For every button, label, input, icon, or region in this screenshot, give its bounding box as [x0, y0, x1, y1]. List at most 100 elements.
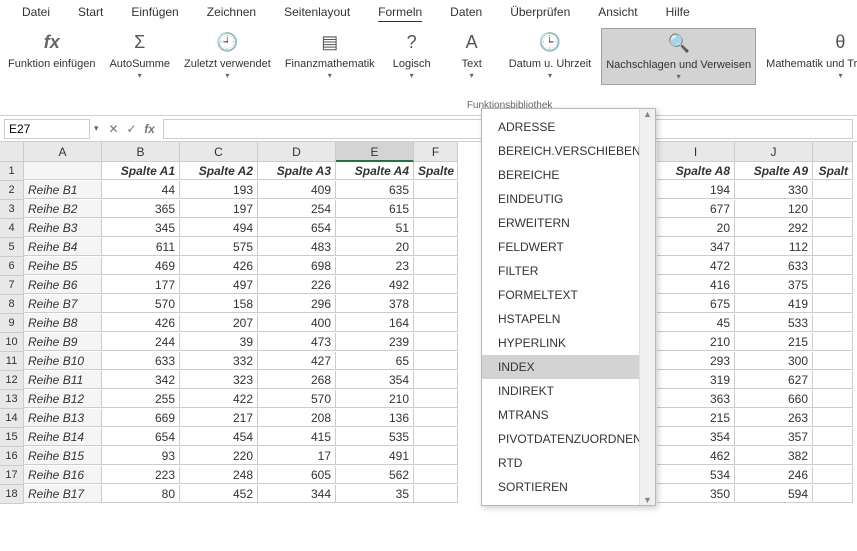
cell-F16[interactable] [414, 447, 458, 465]
cell-K14[interactable] [813, 409, 853, 427]
cell-D11[interactable]: 427 [258, 352, 336, 370]
scroll-down-icon[interactable]: ▼ [643, 495, 652, 505]
tab-seitenlayout[interactable]: Seitenlayout [270, 1, 364, 23]
cell-D12[interactable]: 268 [258, 371, 336, 389]
menu-item-feldwert[interactable]: FELDWERT [482, 235, 655, 259]
row-header[interactable]: 13 [0, 390, 24, 409]
cell-I6[interactable]: 472 [657, 257, 735, 275]
cell-K15[interactable] [813, 428, 853, 446]
menu-item-formeltext[interactable]: FORMELTEXT [482, 283, 655, 307]
logical-button[interactable]: ? Logisch [385, 28, 439, 83]
cell-J8[interactable]: 419 [735, 295, 813, 313]
cell-E9[interactable]: 164 [336, 314, 414, 332]
cell-D10[interactable]: 473 [258, 333, 336, 351]
cell-A6[interactable]: Reihe B5 [24, 257, 102, 275]
cell-D5[interactable]: 483 [258, 238, 336, 256]
cell-A3[interactable]: Reihe B2 [24, 200, 102, 218]
cell-F12[interactable] [414, 371, 458, 389]
cell-A7[interactable]: Reihe B6 [24, 276, 102, 294]
cell-D1[interactable]: Spalte A3 [258, 162, 336, 180]
cell-J2[interactable]: 330 [735, 181, 813, 199]
cell-C8[interactable]: 158 [180, 295, 258, 313]
tab-zeichnen[interactable]: Zeichnen [193, 1, 270, 23]
cell-D16[interactable]: 17 [258, 447, 336, 465]
accept-icon[interactable]: ✓ [123, 122, 141, 136]
cell-E8[interactable]: 378 [336, 295, 414, 313]
column-header-B[interactable]: B [102, 142, 180, 162]
cell-I12[interactable]: 319 [657, 371, 735, 389]
name-box-arrow-icon[interactable]: ▾ [94, 123, 105, 134]
cell-F14[interactable] [414, 409, 458, 427]
cell-B9[interactable]: 426 [102, 314, 180, 332]
cell-E15[interactable]: 535 [336, 428, 414, 446]
cell-A4[interactable]: Reihe B3 [24, 219, 102, 237]
cell-B14[interactable]: 669 [102, 409, 180, 427]
menu-item-index[interactable]: INDEX [482, 355, 655, 379]
cell-B10[interactable]: 244 [102, 333, 180, 351]
cell-J5[interactable]: 112 [735, 238, 813, 256]
cell-E4[interactable]: 51 [336, 219, 414, 237]
cell-F6[interactable] [414, 257, 458, 275]
cell-A11[interactable]: Reihe B10 [24, 352, 102, 370]
cell-E6[interactable]: 23 [336, 257, 414, 275]
cell-D18[interactable]: 344 [258, 485, 336, 503]
cell-E18[interactable]: 35 [336, 485, 414, 503]
cell-C17[interactable]: 248 [180, 466, 258, 484]
cell-C4[interactable]: 494 [180, 219, 258, 237]
cell-C3[interactable]: 197 [180, 200, 258, 218]
cell-E5[interactable]: 20 [336, 238, 414, 256]
scroll-up-icon[interactable]: ▲ [643, 109, 652, 119]
column-header-J[interactable]: J [735, 142, 813, 162]
cell-F13[interactable] [414, 390, 458, 408]
row-header[interactable]: 12 [0, 371, 24, 390]
recently-used-button[interactable]: 🕘 Zuletzt verwendet [180, 28, 275, 83]
cell-B1[interactable]: Spalte A1 [102, 162, 180, 180]
cell-J12[interactable]: 627 [735, 371, 813, 389]
cell-B13[interactable]: 255 [102, 390, 180, 408]
cell-F11[interactable] [414, 352, 458, 370]
cell-K3[interactable] [813, 200, 853, 218]
cell-J13[interactable]: 660 [735, 390, 813, 408]
cell-A8[interactable]: Reihe B7 [24, 295, 102, 313]
cell-E1[interactable]: Spalte A4 [336, 162, 414, 180]
row-header[interactable]: 6 [0, 257, 24, 276]
cell-C11[interactable]: 332 [180, 352, 258, 370]
cell-I13[interactable]: 363 [657, 390, 735, 408]
menu-item-pivotdatenzuordnen[interactable]: PIVOTDATENZUORDNEN [482, 427, 655, 451]
menu-item-adresse[interactable]: ADRESSE [482, 115, 655, 139]
cell-E10[interactable]: 239 [336, 333, 414, 351]
cell-C18[interactable]: 452 [180, 485, 258, 503]
cell-B11[interactable]: 633 [102, 352, 180, 370]
cell-J15[interactable]: 357 [735, 428, 813, 446]
menu-item-bereiche[interactable]: BEREICHE [482, 163, 655, 187]
cell-F3[interactable] [414, 200, 458, 218]
cell-D2[interactable]: 409 [258, 181, 336, 199]
cell-I1[interactable]: Spalte A8 [657, 162, 735, 180]
cell-F7[interactable] [414, 276, 458, 294]
cell-A2[interactable]: Reihe B1 [24, 181, 102, 199]
cell-B4[interactable]: 345 [102, 219, 180, 237]
tab-überprüfen[interactable]: Überprüfen [496, 1, 584, 23]
select-all-cell[interactable] [0, 142, 24, 162]
cell-I10[interactable]: 210 [657, 333, 735, 351]
menu-scrollbar[interactable]: ▲ ▼ [639, 109, 655, 505]
cell-K17[interactable] [813, 466, 853, 484]
cell-K7[interactable] [813, 276, 853, 294]
cell-K2[interactable] [813, 181, 853, 199]
cell-I8[interactable]: 675 [657, 295, 735, 313]
cell-J17[interactable]: 246 [735, 466, 813, 484]
cell-C12[interactable]: 323 [180, 371, 258, 389]
cell-K4[interactable] [813, 219, 853, 237]
cell-I14[interactable]: 215 [657, 409, 735, 427]
cell-D13[interactable]: 570 [258, 390, 336, 408]
cell-A18[interactable]: Reihe B17 [24, 485, 102, 503]
cell-E16[interactable]: 491 [336, 447, 414, 465]
cell-I18[interactable]: 350 [657, 485, 735, 503]
tab-formeln[interactable]: Formeln [364, 1, 436, 23]
tab-einfügen[interactable]: Einfügen [117, 1, 192, 23]
cell-I17[interactable]: 534 [657, 466, 735, 484]
cell-D15[interactable]: 415 [258, 428, 336, 446]
column-header-E[interactable]: E [336, 142, 414, 162]
cell-D3[interactable]: 254 [258, 200, 336, 218]
cell-C6[interactable]: 426 [180, 257, 258, 275]
